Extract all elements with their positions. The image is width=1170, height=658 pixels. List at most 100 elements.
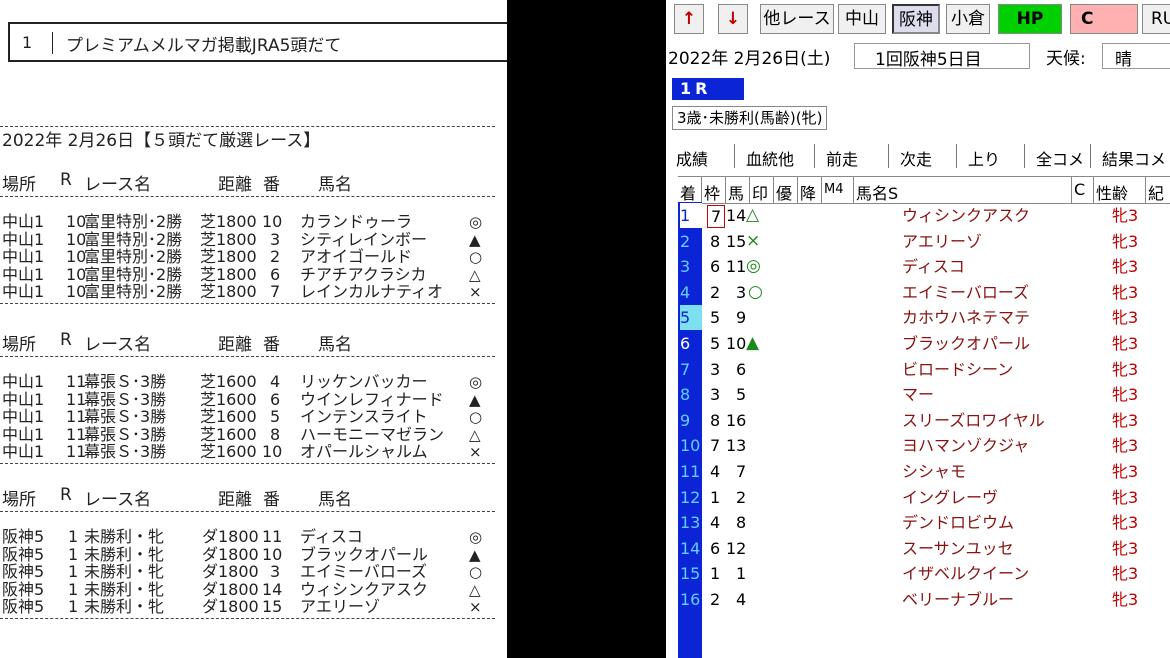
pick-number: 10 [262, 212, 283, 231]
pick-distance: 芝1600 [200, 372, 257, 391]
pick-race-no: 1 [68, 527, 79, 546]
pick-mark: ▲ [469, 230, 481, 249]
horse-name-cell: エイミーバローズ [902, 282, 1030, 302]
pick-distance: 芝1800 [200, 247, 257, 266]
race-number-badge: 1R [672, 78, 744, 100]
horse-name-cell: ビロードシーン [902, 359, 1014, 379]
tab-0[interactable]: 成績 [676, 146, 708, 170]
pick-race-name: 幕張Ｓ･3勝 [84, 372, 167, 391]
horse-name-cell: イングレーヴ [902, 487, 999, 507]
magazine-number: 1 [22, 32, 53, 54]
column-header-num: 番 [263, 335, 280, 355]
grid-header-8: C [1074, 180, 1086, 199]
column-header-place: 場所 [2, 175, 36, 195]
horse-name-cell: ウィシンクアスク [902, 206, 1031, 225]
pick-number: 6 [270, 264, 281, 284]
pick-number: 2 [270, 247, 281, 266]
waku-cell: 7 [707, 205, 726, 228]
pick-place: 阪神5 [2, 544, 45, 564]
grid-separator [773, 177, 774, 203]
rank-cell: 6 [680, 334, 691, 353]
rank-cell: 12 [680, 487, 701, 507]
horse-number-cell: 11 [726, 257, 747, 277]
pick-race-name: 富里特別･2勝 [84, 212, 183, 231]
tab-6[interactable]: 結果コメ [1102, 146, 1166, 170]
pick-distance: 芝1800 [200, 229, 257, 249]
rank-cell: 13 [680, 513, 701, 533]
tab-1[interactable]: 血統他 [746, 146, 794, 170]
waku-cell: 5 [710, 308, 721, 328]
grid-separator [1071, 177, 1072, 203]
pick-race-name: 未勝利・牝 [84, 579, 165, 599]
pick-mark: × [469, 283, 482, 301]
column-header-dist: 距離 [218, 175, 252, 195]
next-race-button[interactable]: ↓ [718, 4, 748, 34]
sex-age-cell: 牝3 [1112, 513, 1139, 533]
horse-name-cell: カホウハネテマテ [902, 308, 1031, 328]
tab-nakayama[interactable]: 中山 [838, 4, 886, 34]
column-header-num: 番 [263, 490, 280, 510]
waku-cell: 4 [710, 513, 721, 533]
mark-cell: × [746, 230, 761, 251]
waku-cell: 3 [710, 385, 721, 405]
pick-horse-name: ブラックオパール [300, 544, 429, 564]
grid-header-9: 性齢 [1096, 184, 1129, 203]
pick-mark: ▲ [469, 545, 481, 564]
pick-place: 阪神5 [2, 527, 45, 546]
waku-cell: 2 [710, 282, 721, 302]
pick-horse-name: ウィシンクアスク [300, 579, 429, 599]
tab-hanshin[interactable]: 阪神 [892, 4, 940, 34]
waku-cell: 5 [710, 334, 721, 353]
rank-cell: 7 [680, 359, 691, 379]
pick-race-name: 富里特別･2勝 [84, 264, 183, 284]
pick-race-name: 幕張Ｓ･3勝 [84, 407, 167, 426]
waku-cell: 1 [710, 564, 721, 584]
pick-race-no: 1 [68, 597, 79, 616]
pick-number: 8 [270, 424, 281, 444]
waku-cell: 8 [710, 410, 721, 430]
pick-distance: 芝1800 [200, 282, 257, 301]
prev-race-button[interactable]: ↑ [674, 4, 704, 34]
column-header-horse: 馬名 [318, 490, 352, 510]
grid-header-4: 優 [776, 184, 793, 203]
pick-place: 中山1 [2, 389, 45, 409]
tab-kokura[interactable]: 小倉 [946, 4, 990, 34]
other-race-button[interactable]: 他レース [760, 4, 834, 34]
pick-distance: ダ1800 [202, 579, 259, 599]
ru-button[interactable]: RU [1142, 4, 1170, 34]
waku-cell: 1 [710, 487, 721, 507]
c-button[interactable]: C [1070, 4, 1138, 34]
hp-button[interactable]: HP [998, 4, 1062, 34]
tab-3[interactable]: 次走 [900, 146, 932, 170]
horse-name-cell: アエリーゾ [902, 231, 983, 251]
tab-2[interactable]: 前走 [826, 146, 858, 170]
tab-5[interactable]: 全コメ [1036, 146, 1084, 170]
sex-age-cell: 牝3 [1112, 334, 1139, 353]
pick-distance: 芝1800 [200, 264, 257, 284]
pick-number: 11 [262, 527, 283, 546]
horse-number-cell: 4 [736, 590, 747, 609]
tab-separator [1024, 144, 1025, 168]
pick-mark: ◎ [469, 213, 483, 231]
sex-age-cell: 牝3 [1112, 308, 1139, 328]
grid-separator [1093, 177, 1094, 203]
pick-number: 7 [270, 282, 281, 301]
mark-cell: △ [746, 205, 760, 225]
info-tabs: 成績 血統他 前走 次走 上り 全コメ 結果コメ [666, 142, 1170, 170]
sex-age-cell: 牝3 [1112, 436, 1139, 456]
waku-cell: 6 [710, 538, 721, 558]
pick-distance: 芝1600 [200, 424, 257, 444]
horse-number-cell: 8 [736, 513, 747, 533]
pick-number: 15 [262, 597, 283, 616]
pick-number: 3 [270, 229, 281, 249]
sex-age-cell: 牝3 [1112, 282, 1139, 302]
divider [0, 303, 495, 304]
tab-separator [1090, 144, 1091, 168]
pick-number: 10 [262, 544, 283, 564]
tab-separator [814, 144, 815, 168]
page-heading: 2022年 2月26日【５頭だて厳選レース】 [2, 131, 321, 151]
pick-horse-name: エイミーバローズ [300, 562, 428, 581]
tab-4[interactable]: 上り [968, 146, 1000, 170]
horse-number-cell: 6 [736, 359, 747, 379]
horse-name-cell: イザベルクイーン [902, 564, 1030, 584]
